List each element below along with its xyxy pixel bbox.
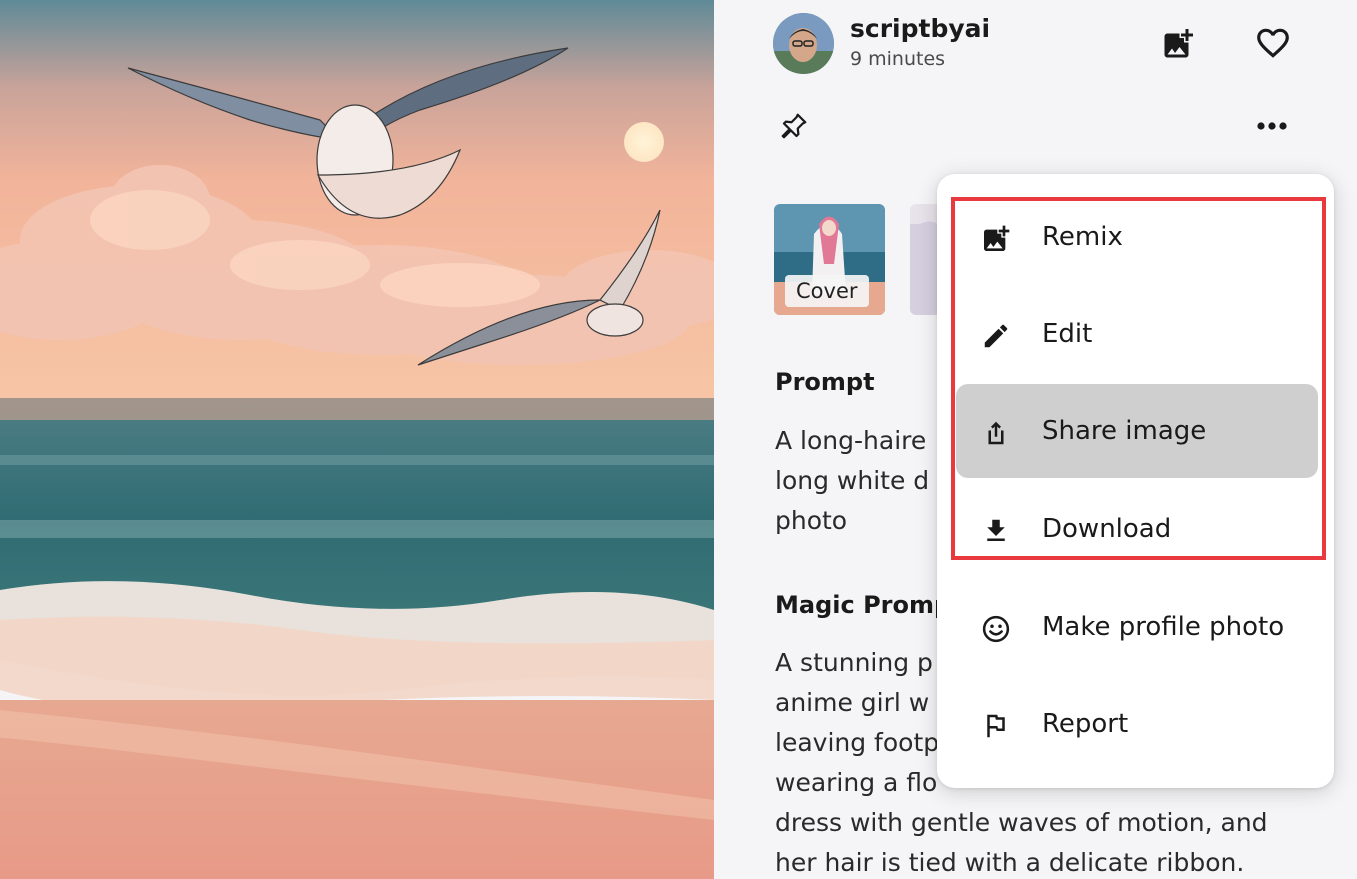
download-icon (980, 515, 1012, 547)
add-photo-icon (980, 223, 1012, 255)
magic-prompt-heading: Magic Promp (775, 591, 952, 619)
artwork-image (0, 0, 714, 879)
menu-item-share-image[interactable]: Share image (956, 384, 1318, 478)
remix-button[interactable] (1158, 24, 1198, 64)
smiley-icon (980, 613, 1012, 645)
more-horizontal-icon (1257, 122, 1287, 130)
menu-item-label: Remix (1042, 222, 1123, 252)
menu-item-edit[interactable]: Edit (956, 287, 1318, 381)
generated-artwork[interactable] (0, 0, 714, 879)
post-timestamp: 9 minutes (850, 48, 946, 70)
add-photo-icon (1164, 29, 1193, 58)
options-menu: Remix Edit Share image Download Make pro (937, 174, 1334, 788)
menu-item-label: Edit (1042, 319, 1093, 349)
menu-item-remix[interactable]: Remix (956, 190, 1318, 284)
thumbnail-cover[interactable]: Cover (774, 204, 885, 315)
magic-prompt-line: dress with gentle waves of motion, and (775, 808, 1268, 837)
menu-item-label: Download (1042, 514, 1172, 544)
heart-outline-icon (1257, 28, 1289, 58)
menu-item-label: Make profile photo (1042, 612, 1285, 642)
pin-icon (781, 113, 807, 139)
menu-item-label: Report (1042, 709, 1129, 739)
pencil-icon (980, 320, 1012, 352)
flag-icon (980, 710, 1012, 742)
cover-badge: Cover (785, 275, 869, 307)
menu-item-report[interactable]: Report (956, 677, 1318, 771)
menu-item-make-profile-photo[interactable]: Make profile photo (956, 580, 1318, 674)
avatar-image (773, 13, 834, 74)
username[interactable]: scriptbyai (850, 14, 990, 43)
menu-item-label: Share image (1042, 416, 1207, 446)
app-root: scriptbyai 9 minutes Cover Prompt A long… (0, 0, 1357, 879)
prompt-heading: Prompt (775, 368, 875, 396)
more-options-button[interactable] (1252, 110, 1292, 142)
pin-button[interactable] (776, 108, 812, 144)
like-button[interactable] (1252, 22, 1294, 64)
menu-item-download[interactable]: Download (956, 482, 1318, 576)
magic-prompt-line: her hair is tied with a delicate ribbon. (775, 848, 1245, 877)
share-icon (980, 417, 1012, 449)
avatar[interactable] (773, 13, 834, 74)
